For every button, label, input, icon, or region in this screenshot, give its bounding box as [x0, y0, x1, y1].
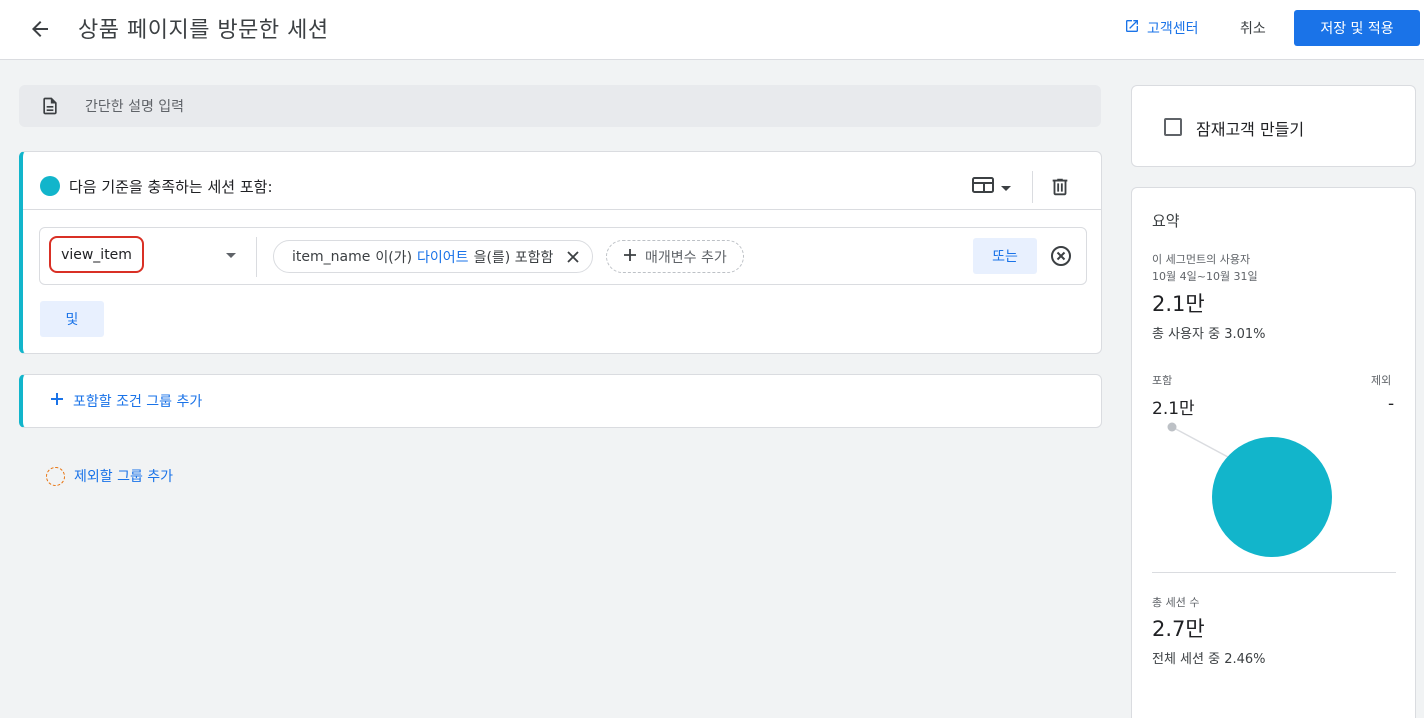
segment-users-label: 이 세그먼트의 사용자 — [1152, 253, 1251, 266]
add-exclude-group-button[interactable]: 제외할 그룹 추가 — [46, 466, 173, 486]
add-parameter-label: 매개변수 추가 — [645, 249, 727, 266]
filter-operator: 이(가) — [375, 249, 413, 266]
summary-title: 요약 — [1152, 212, 1180, 230]
chevron-down-icon — [1000, 178, 1012, 197]
divider — [1152, 572, 1396, 573]
cancel-button[interactable]: 취소 — [1240, 18, 1266, 38]
divider — [256, 237, 257, 277]
pie-slice-include — [1212, 437, 1332, 557]
add-parameter-button[interactable]: 매개변수 추가 — [606, 240, 744, 273]
description-placeholder: 간단한 설명 입력 — [85, 99, 185, 115]
divider — [23, 209, 1102, 210]
create-audience-label: 잠재고객 만들기 — [1196, 120, 1305, 139]
filter-param: item_name — [292, 248, 371, 265]
total-sessions-label: 총 세션 수 — [1152, 596, 1200, 609]
save-apply-button[interactable]: 저장 및 적용 — [1294, 10, 1420, 46]
add-exclude-group-label: 제외할 그룹 추가 — [74, 469, 174, 485]
exclude-value: - — [1388, 394, 1395, 414]
segment-pie-chart — [1167, 422, 1332, 557]
add-include-group-button[interactable]: 포함할 조건 그룹 추가 — [19, 374, 1102, 428]
help-center-link[interactable]: 고객센터 — [1124, 18, 1199, 38]
open-in-new-icon — [1124, 18, 1140, 38]
add-include-group-label: 포함할 조건 그룹 추가 — [73, 394, 203, 410]
date-range: 10월 4일~10월 31일 — [1152, 270, 1258, 283]
include-label: 포함 — [1152, 374, 1173, 387]
back-arrow-icon[interactable] — [28, 17, 52, 41]
plus-icon — [50, 392, 64, 410]
dashed-circle-icon — [46, 466, 65, 486]
remove-circle-icon[interactable] — [1049, 244, 1073, 272]
audience-card: 잠재고객 만들기 — [1131, 85, 1416, 167]
filter-match-type: 을(를) 포함함 — [473, 249, 554, 266]
include-group-heading: 다음 기준을 충족하는 세션 포함: — [69, 178, 273, 196]
layout-icon — [972, 177, 994, 197]
scope-selector[interactable] — [972, 177, 1012, 197]
plus-icon — [623, 248, 637, 266]
pie-leader-dot — [1167, 422, 1177, 432]
users-share: 총 사용자 중 3.01% — [1152, 327, 1266, 342]
users-value: 2.1만 — [1152, 292, 1205, 316]
trash-icon[interactable] — [1049, 175, 1071, 203]
filter-value: 다이어트 — [417, 249, 469, 266]
sessions-value: 2.7만 — [1152, 617, 1205, 641]
or-button[interactable]: 또는 — [973, 238, 1037, 274]
include-indicator — [40, 176, 60, 196]
divider — [1032, 171, 1033, 203]
condition-row: view_item item_name 이(가) 다이어트 을(를) 포함함 매… — [39, 227, 1087, 285]
chevron-down-icon[interactable] — [226, 253, 236, 258]
and-button[interactable]: 및 — [40, 301, 104, 337]
help-center-label: 고객센터 — [1147, 21, 1199, 37]
description-field[interactable]: 간단한 설명 입력 — [19, 85, 1101, 127]
create-audience-checkbox[interactable] — [1164, 118, 1182, 136]
parameter-filter-chip[interactable]: item_name 이(가) 다이어트 을(를) 포함함 — [273, 240, 594, 273]
document-icon — [40, 95, 60, 121]
close-icon[interactable] — [566, 250, 580, 264]
event-selector[interactable]: view_item — [49, 236, 144, 273]
pie-leader-line — [1171, 426, 1229, 458]
sessions-share: 전체 세션 중 2.46% — [1152, 652, 1266, 667]
summary-panel: 요약 이 세그먼트의 사용자 10월 4일~10월 31일 2.1만 총 사용자… — [1131, 187, 1416, 718]
exclude-label: 제외 — [1371, 374, 1392, 387]
include-condition-group: 다음 기준을 충족하는 세션 포함: view_item item_name 이… — [19, 151, 1102, 354]
page-title: 상품 페이지를 방문한 세션 — [78, 18, 329, 43]
top-bar: 상품 페이지를 방문한 세션 고객센터 취소 저장 및 적용 — [0, 0, 1424, 60]
